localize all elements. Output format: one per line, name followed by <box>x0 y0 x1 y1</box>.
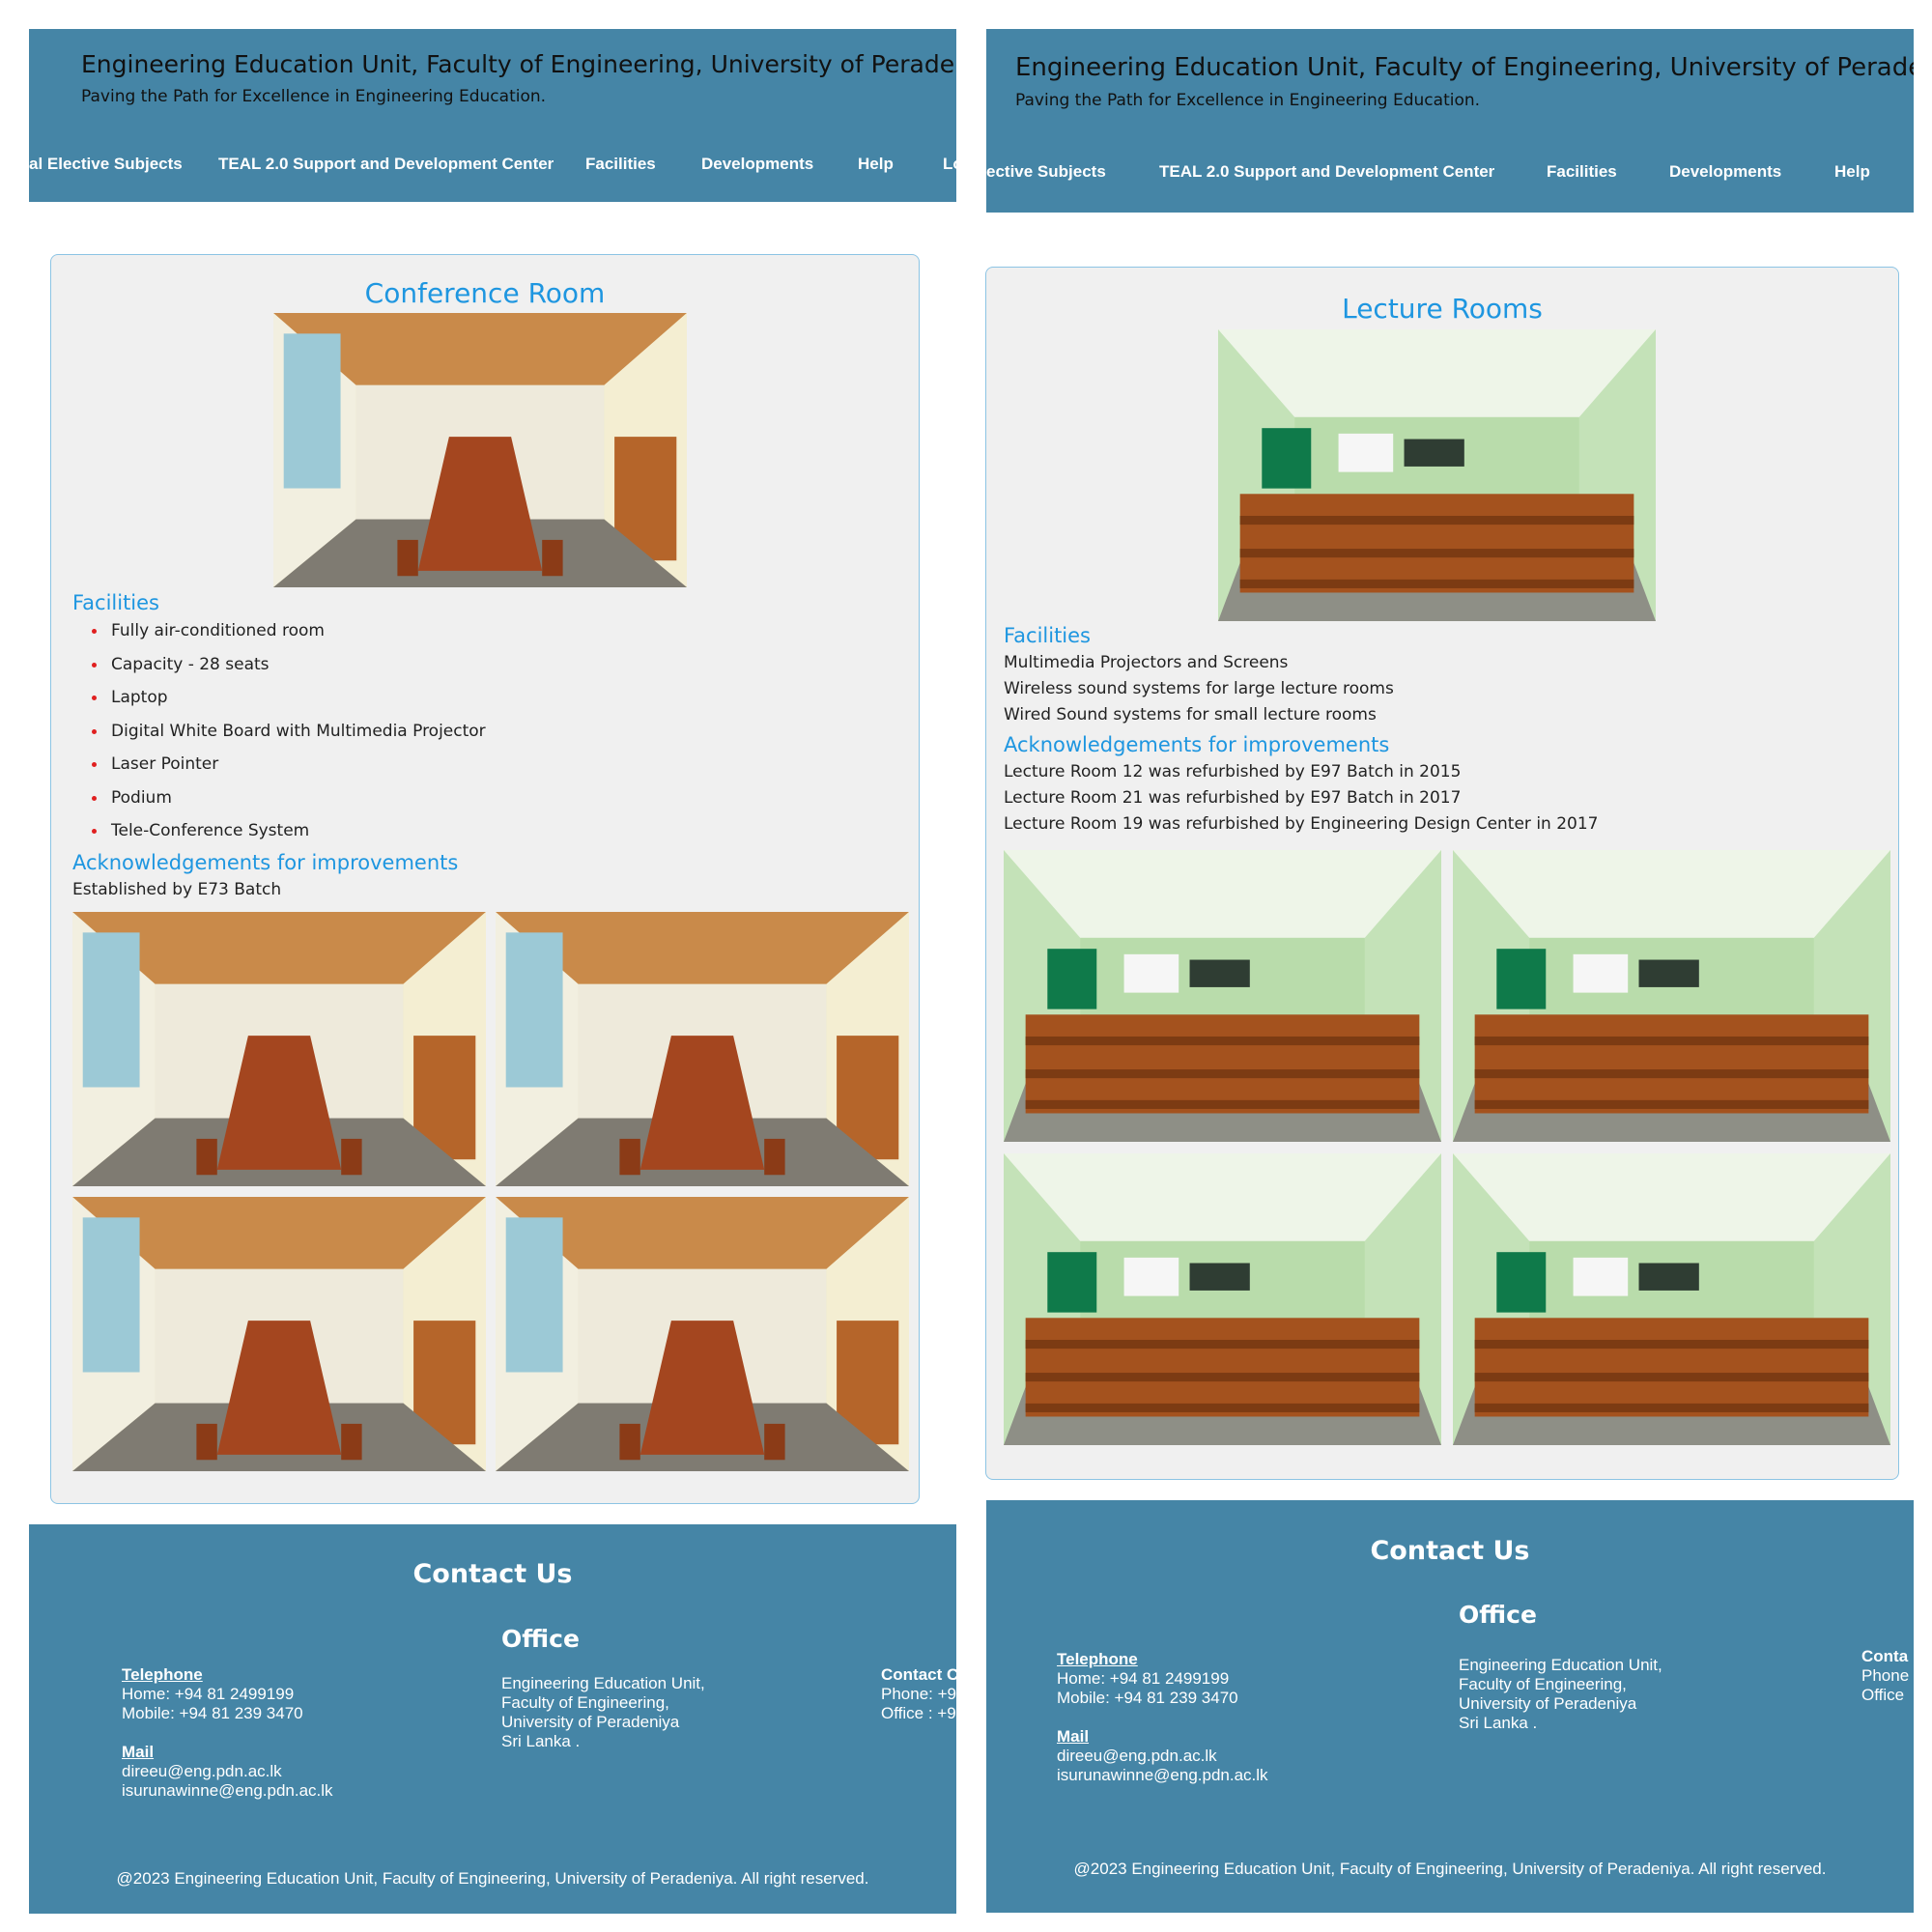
copyright: @2023 Engineering Education Unit, Facult… <box>116 1869 869 1888</box>
gallery-photo <box>1453 850 1890 1142</box>
list-item: Digital White Board with Multimedia Proj… <box>72 715 486 749</box>
gallery-photo <box>496 912 909 1186</box>
bullet-icon <box>92 696 97 700</box>
bullet-icon <box>92 629 97 634</box>
list-item: Tele-Conference System <box>72 814 486 848</box>
conference-room-card: Conference Room Facilities Fully air-con… <box>50 254 920 1504</box>
site-title: Engineering Education Unit, Faculty of E… <box>1015 53 1914 82</box>
gallery-photo <box>1453 1153 1890 1445</box>
nav-item-teal-center[interactable]: TEAL 2.0 Support and Development Center <box>1159 162 1494 182</box>
list-item: Fully air-conditioned room <box>72 614 486 648</box>
contact-details: Conta Phone Office <box>1861 1647 1910 1704</box>
email-link[interactable]: isurunawinne@eng.pdn.ac.lk <box>122 1781 333 1801</box>
contact-details: Contact C Phone: +9 Office : +9 <box>881 1665 956 1722</box>
office-address: Engineering Education Unit, Faculty of E… <box>501 1674 705 1750</box>
telephone-label: Telephone <box>1057 1650 1138 1668</box>
list-item: Multimedia Projectors and Screens <box>1004 653 1289 672</box>
card-title: Conference Room <box>364 277 606 309</box>
site-header: Engineering Education Unit, Faculty of E… <box>29 29 956 202</box>
lecture-room-main-photo <box>1218 329 1656 621</box>
right-page-panel: Engineering Education Unit, Faculty of E… <box>966 0 1932 1932</box>
mobile-phone: Mobile: +94 81 239 3470 <box>122 1704 303 1722</box>
facilities-heading: Facilities <box>72 591 159 614</box>
conference-room-main-photo <box>273 313 687 587</box>
acknowledgements-heading: Acknowledgements for improvements <box>72 851 459 874</box>
acknowledgements-heading: Acknowledgements for improvements <box>1004 733 1390 756</box>
email-link[interactable]: isurunawinne@eng.pdn.ac.lk <box>1057 1766 1268 1785</box>
bullet-icon <box>92 662 97 668</box>
contact-us-heading: Contact Us <box>412 1559 573 1589</box>
telephone-mail-block: Telephone Home: +94 81 2499199 Mobile: +… <box>1057 1650 1268 1785</box>
telephone-mail-block: Telephone Home: +94 81 2499199 Mobile: +… <box>122 1665 333 1801</box>
copyright: @2023 Engineering Education Unit, Facult… <box>1073 1860 1827 1878</box>
site-header: Engineering Education Unit, Faculty of E… <box>986 29 1914 213</box>
list-item: Lecture Room 19 was refurbished by Engin… <box>1004 814 1599 834</box>
site-footer: Contact Us Office Telephone Home: +94 81… <box>986 1500 1914 1913</box>
contact-us-heading: Contact Us <box>1370 1536 1530 1566</box>
bullet-icon <box>92 829 97 834</box>
nav-item-teal-center[interactable]: TEAL 2.0 Support and Development Center <box>218 155 554 174</box>
nav-item-login[interactable]: Lo <box>943 155 956 174</box>
facilities-heading: Facilities <box>1004 624 1091 647</box>
list-item: Lecture Room 21 was refurbished by E97 B… <box>1004 788 1462 808</box>
mail-label: Mail <box>122 1743 155 1761</box>
acknowledgement-text: Established by E73 Batch <box>72 880 282 899</box>
list-item: Laptop <box>72 681 486 715</box>
bullet-icon <box>92 795 97 801</box>
telephone-label: Telephone <box>122 1665 203 1684</box>
gallery-photo <box>72 1197 486 1471</box>
site-footer: Contact Us Office Telephone Home: +94 81… <box>29 1524 956 1914</box>
nav-item-developments[interactable]: Developments <box>701 155 813 174</box>
gallery-photo <box>72 912 486 1186</box>
list-item: Wireless sound systems for large lecture… <box>1004 679 1394 698</box>
nav-item-developments[interactable]: Developments <box>1669 162 1781 182</box>
list-item: Lecture Room 12 was refurbished by E97 B… <box>1004 762 1462 781</box>
mail-label: Mail <box>1057 1727 1090 1746</box>
office-heading: Office <box>501 1625 580 1653</box>
site-tagline: Paving the Path for Excellence in Engine… <box>81 87 547 106</box>
site-tagline: Paving the Path for Excellence in Engine… <box>1015 91 1481 110</box>
nav-item-help[interactable]: Help <box>1834 162 1870 182</box>
gallery-photo <box>1004 850 1441 1142</box>
left-page-panel: Engineering Education Unit, Faculty of E… <box>0 0 966 1932</box>
card-title: Lecture Rooms <box>1342 293 1543 325</box>
nav-item-help[interactable]: Help <box>858 155 894 174</box>
list-item: Capacity - 28 seats <box>72 648 486 682</box>
email-link[interactable]: direeu@eng.pdn.ac.lk <box>1057 1747 1268 1766</box>
mobile-phone: Mobile: +94 81 239 3470 <box>1057 1689 1238 1707</box>
site-title: Engineering Education Unit, Faculty of E… <box>81 50 956 78</box>
email-link[interactable]: direeu@eng.pdn.ac.lk <box>122 1762 333 1781</box>
list-item: Podium <box>72 781 486 815</box>
list-item: Laser Pointer <box>72 748 486 781</box>
facilities-list: Multimedia Projectors and Screens Wirele… <box>1004 650 1394 728</box>
bullet-icon <box>92 728 97 734</box>
lecture-rooms-card: Lecture Rooms Facilities Multimedia Proj… <box>985 267 1899 1480</box>
list-item: Wired Sound systems for small lecture ro… <box>1004 705 1377 724</box>
gallery-photo <box>496 1197 909 1471</box>
nav-item-elective-subjects[interactable]: al Elective Subjects <box>29 155 183 174</box>
nav-item-elective-subjects[interactable]: ective Subjects <box>986 162 1106 182</box>
home-phone: Home: +94 81 2499199 <box>122 1685 295 1703</box>
acknowledgements-list: Lecture Room 12 was refurbished by E97 B… <box>1004 759 1599 838</box>
home-phone: Home: +94 81 2499199 <box>1057 1669 1230 1688</box>
office-address: Engineering Education Unit, Faculty of E… <box>1459 1656 1662 1732</box>
facilities-list: Fully air-conditioned room Capacity - 28… <box>72 614 486 848</box>
office-heading: Office <box>1459 1601 1537 1629</box>
gallery-photo <box>1004 1153 1441 1445</box>
nav-item-facilities[interactable]: Facilities <box>585 155 656 174</box>
nav-item-facilities[interactable]: Facilities <box>1547 162 1617 182</box>
bullet-icon <box>92 762 97 767</box>
